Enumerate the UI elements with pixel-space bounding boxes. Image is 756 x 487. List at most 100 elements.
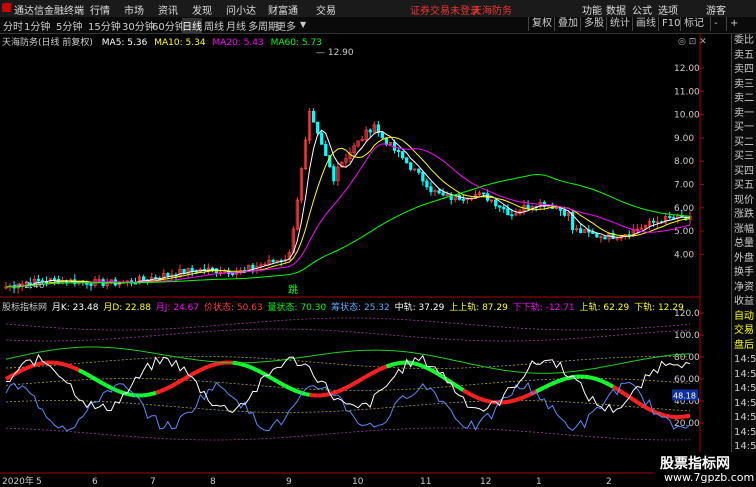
state-ribbon (644, 405, 651, 412)
state-ribbon (268, 374, 275, 381)
tf-more[interactable]: 更多 (276, 18, 296, 33)
state-ribbon (515, 396, 521, 402)
tf-5min[interactable]: 5分钟 (56, 18, 82, 33)
panel-item[interactable]: 14:50 (732, 397, 756, 412)
panel-item[interactable]: 14:50 (732, 411, 756, 426)
candle-body (526, 204, 530, 209)
state-ribbon (58, 361, 64, 366)
menu-item-ask[interactable]: 问小达 (226, 2, 256, 17)
current-value: 48.18 (673, 392, 696, 401)
panel-item[interactable]: 卖五 (732, 49, 756, 64)
price-tick-label: 6.00 (674, 204, 694, 214)
panel-item[interactable]: 14:50 (732, 382, 756, 397)
draw-line-button[interactable]: 画线 (632, 17, 659, 31)
menu-item-wealth[interactable]: 财富通 (268, 2, 298, 17)
candle-body (651, 220, 656, 223)
panel-item[interactable]: 卖一 (732, 107, 756, 122)
panel-item[interactable]: 外盘 (732, 252, 756, 267)
panel-item[interactable]: 买四 (732, 165, 756, 180)
state-ribbon (333, 389, 339, 395)
state-ribbon (183, 374, 190, 381)
panel-item[interactable]: 买二 (732, 136, 756, 151)
candle-body (506, 208, 510, 216)
tf-daily[interactable]: 日线 (182, 18, 202, 33)
candle-body (502, 206, 506, 210)
state-ribbon (199, 366, 206, 372)
menu-options[interactable]: 选项 (658, 2, 678, 17)
panel-item[interactable]: 换手 (732, 266, 756, 281)
statistics-button[interactable]: 统计 (606, 17, 633, 31)
state-ribbon (203, 364, 210, 371)
panel-item[interactable]: 总量 (732, 237, 756, 252)
menu-item-news[interactable]: 资讯 (158, 2, 178, 17)
panel-item[interactable]: 交易 (732, 324, 756, 339)
mark-button[interactable]: 标记 (680, 17, 707, 31)
watermark-title: 股票指标网 (660, 456, 730, 472)
menu-data[interactable]: 数据 (606, 2, 626, 17)
panel-item[interactable]: 现价 (732, 194, 756, 209)
multi-stock-button[interactable]: 多股 (580, 17, 607, 31)
tf-30min[interactable]: 30分钟 (122, 18, 155, 33)
panel-item[interactable]: 涨跌 (732, 208, 756, 223)
quote-side-panel[interactable]: 委比 卖五 卖四 卖三 卖二 卖一 买一 买二 买三 买四 买五 现价 涨跌 涨幅 总量 外盘 换手 净资 收益 自动… (731, 34, 756, 487)
panel-item[interactable]: 买三 (732, 150, 756, 165)
panel-item[interactable]: 卖四 (732, 63, 756, 78)
panel-item[interactable]: 卖三 (732, 78, 756, 93)
state-ribbon (337, 387, 343, 394)
state-ribbon (143, 392, 148, 398)
price-tick-label: 9.00 (674, 134, 694, 144)
state-ribbon (543, 383, 550, 390)
tf-monthly[interactable]: 月线 (226, 18, 246, 33)
state-ribbon (106, 384, 113, 390)
state-ribbon (474, 394, 481, 401)
tf-15min[interactable]: 15分钟 (88, 18, 121, 33)
panel-item[interactable]: 14:50 (732, 426, 756, 441)
tf-1min[interactable]: 1分钟 (24, 18, 50, 33)
date-tick-label: 7 (150, 477, 156, 487)
overlay-button[interactable]: 叠加 (554, 17, 581, 31)
panel-item[interactable]: 盘后 (732, 339, 756, 354)
panel-item[interactable]: 买一 (732, 121, 756, 136)
panel-item[interactable]: 委比 (732, 34, 756, 49)
menu-formula[interactable]: 公式 (632, 2, 652, 17)
panel-item[interactable]: 卖二 (732, 92, 756, 107)
panel-item[interactable]: 收益 (732, 295, 756, 310)
candle-body (210, 267, 215, 270)
panel-item[interactable]: 买五 (732, 179, 756, 194)
panel-item[interactable]: 净资 (732, 281, 756, 296)
tf-multi[interactable]: 多周期 (248, 18, 278, 33)
app-logo-icon (2, 3, 11, 12)
state-ribbon (661, 412, 667, 418)
candle-body (400, 151, 405, 159)
state-ribbon (4, 374, 12, 381)
tf-weekly[interactable]: 周线 (204, 18, 224, 33)
zoom-out-button[interactable]: - (710, 17, 721, 31)
state-ribbon (98, 379, 105, 386)
state-ribbon (454, 383, 461, 390)
zoom-in-button[interactable]: + (726, 17, 741, 31)
chevron-down-icon[interactable]: ▼ (300, 20, 306, 29)
kline-chart[interactable]: 12.0011.0010.009.008.007.006.005.004.00—… (0, 33, 731, 487)
menu-item-trade[interactable]: 交易 (316, 2, 336, 17)
tf-60min[interactable]: 60分钟 (152, 18, 185, 33)
price-tick-label: 12.00 (674, 64, 700, 74)
menu-item-quotes[interactable]: 行情 (90, 2, 110, 17)
menu-guest[interactable]: 游客 (706, 2, 726, 17)
panel-item[interactable]: 14:50 (732, 368, 756, 383)
state-ribbon (292, 388, 299, 394)
candle-body (52, 278, 57, 281)
panel-item[interactable]: 自动 (732, 310, 756, 325)
state-ribbon (535, 387, 542, 394)
restore-rights-button[interactable]: 复权 (528, 17, 555, 31)
indicator-name: 股标指标网 (2, 303, 48, 313)
menu-item-market[interactable]: 市场 (124, 2, 144, 17)
menu-item-discover[interactable]: 发现 (192, 2, 212, 17)
panel-item[interactable]: 涨幅 (732, 223, 756, 238)
tf-intraday[interactable]: 分时 (3, 18, 23, 33)
login-notice[interactable]: 证券交易未登录 (410, 2, 480, 17)
menu-function[interactable]: 功能 (582, 2, 602, 17)
volume-state-line (5, 346, 691, 374)
state-ribbon (305, 392, 310, 397)
ma10-line (5, 136, 691, 288)
panel-item[interactable]: 14:50 (732, 353, 756, 368)
